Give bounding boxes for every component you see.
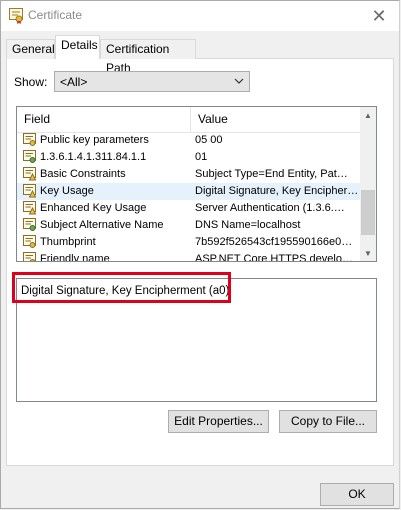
list-item-field: Public key parameters — [40, 134, 149, 146]
certificate-icon — [23, 235, 36, 249]
tab-general[interactable]: General — [6, 39, 55, 59]
scroll-up-icon[interactable]: ▲ — [360, 107, 376, 123]
extension-icon — [23, 218, 36, 232]
show-dropdown[interactable]: <All> — [54, 71, 250, 92]
title-bar: Certificate ✕ — [1, 1, 399, 31]
extension-critical-icon — [23, 201, 37, 215]
list-item[interactable]: Subject Alternative Name DNS Name=localho… — [17, 217, 361, 234]
highlight-annotation — [12, 272, 231, 303]
list-header: Field Value — [17, 107, 361, 133]
extension-critical-icon — [23, 167, 37, 181]
vertical-scrollbar[interactable]: ▲ ▼ — [360, 107, 376, 261]
close-button[interactable]: ✕ — [359, 1, 399, 31]
list-item-value: Subject Type=End Entity, Pat… — [195, 168, 348, 180]
list-item-value: 05 00 — [195, 134, 223, 146]
extension-critical-icon — [23, 184, 37, 198]
window-title: Certificate — [28, 8, 83, 22]
list-item-field: Thumbprint — [40, 236, 96, 248]
certificate-icon — [23, 133, 36, 147]
list-item-field: Friendly name — [40, 253, 110, 262]
show-dropdown-value: <All> — [60, 75, 88, 89]
list-item-value: 01 — [195, 151, 208, 163]
extension-icon — [23, 150, 36, 164]
list-item-value: ASP.NET Core HTTPS develop… — [195, 253, 359, 262]
list-item[interactable]: Friendly name ASP.NET Core HTTPS develop… — [17, 251, 361, 262]
scroll-down-icon[interactable]: ▼ — [360, 245, 376, 261]
list-item[interactable]: Basic Constraints Subject Type=End Entity… — [17, 166, 361, 183]
list-item-field: Key Usage — [40, 185, 94, 197]
show-label: Show: — [14, 75, 48, 89]
ok-button[interactable]: OK — [320, 483, 394, 506]
tab-certification-path[interactable]: Certification Path — [100, 39, 196, 75]
list-item[interactable]: 1.3.6.1.4.1.311.84.1.1 01 — [17, 149, 361, 166]
column-header-value[interactable]: Value — [191, 107, 361, 132]
chevron-down-icon — [234, 78, 244, 84]
edit-properties-button[interactable]: Edit Properties... — [168, 410, 269, 433]
close-icon: ✕ — [371, 5, 387, 26]
copy-to-file-button[interactable]: Copy to File... — [279, 410, 377, 433]
list-item-field: 1.3.6.1.4.1.311.84.1.1 — [40, 151, 147, 163]
list-item-field: Subject Alternative Name — [40, 219, 164, 231]
list-item[interactable]: Enhanced Key Usage Server Authentication … — [17, 200, 361, 217]
list-item[interactable]: Thumbprint 7b592f526543cf195590166e0… — [17, 234, 361, 251]
list-item-field: Basic Constraints — [40, 168, 126, 180]
certificate-dialog: Certificate ✕ General Details Certificat… — [0, 0, 400, 509]
list-item-value: Digital Signature, Key Encipher… — [195, 185, 359, 197]
tab-details[interactable]: Details — [55, 35, 100, 59]
certificate-icon — [9, 8, 23, 24]
column-header-field[interactable]: Field — [17, 107, 191, 132]
certificate-icon — [23, 252, 36, 261]
list-item[interactable]: Key Usage Digital Signature, Key Encipher… — [17, 183, 361, 200]
list-item[interactable]: Public key parameters 05 00 — [17, 132, 361, 149]
list-item-value: Server Authentication (1.3.6.… — [195, 202, 345, 214]
scroll-thumb[interactable] — [361, 190, 375, 235]
list-item-field: Enhanced Key Usage — [40, 202, 147, 214]
list-item-value: 7b592f526543cf195590166e0… — [195, 236, 353, 248]
list-item-value: DNS Name=localhost — [195, 219, 301, 231]
fields-list[interactable]: Field Value Public key parameters 05 00 1.… — [16, 106, 377, 262]
